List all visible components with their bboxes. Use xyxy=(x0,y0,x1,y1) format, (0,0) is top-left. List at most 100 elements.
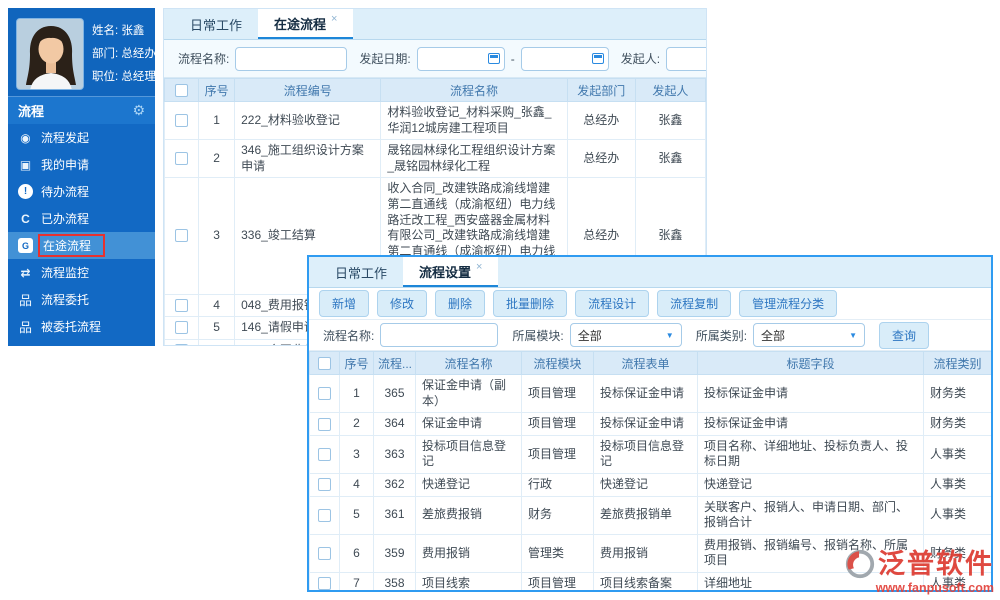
row-checkbox[interactable] xyxy=(175,344,189,345)
sidebar-item-completed-processes[interactable]: C 已办流程 xyxy=(8,205,155,232)
delete-button[interactable]: 删除 xyxy=(435,290,486,317)
cell: 项目名称、详细地址、投标负责人、投标日期 xyxy=(697,434,924,474)
modify-button[interactable]: 修改 xyxy=(377,290,428,317)
row-checkbox[interactable] xyxy=(175,229,189,243)
id-card-icon: ▣ xyxy=(19,157,32,172)
cell: 358 xyxy=(373,571,416,590)
row-select-cell xyxy=(309,571,340,590)
cell: 人事类 xyxy=(923,495,991,535)
cell: 人事类 xyxy=(923,472,991,497)
redo-icon: C xyxy=(21,211,30,226)
table-row[interactable]: 5 361 差旅费报销 财务 差旅费报销单 关联客户、报销人、申请日期、部门、报销合计 人事… xyxy=(309,495,991,535)
sidebar-item-process-initiate[interactable]: ◉ 流程发起 xyxy=(8,124,155,151)
cell: 2 xyxy=(198,139,236,179)
row-checkbox[interactable] xyxy=(318,417,331,431)
process-copy-button[interactable]: 流程复制 xyxy=(657,290,732,317)
cell: 2 xyxy=(339,412,374,436)
manage-category-button[interactable]: 管理流程分类 xyxy=(739,290,838,317)
cell: 3 xyxy=(198,177,236,295)
table-row[interactable]: 7 358 项目线索 项目管理 项目线索备案 详细地址 人事类 xyxy=(309,571,991,590)
gear-icon[interactable]: ⚙ xyxy=(132,102,145,119)
sidebar-item-process-monitor[interactable]: ⇄ 流程监控 xyxy=(8,259,155,286)
cell: 3 xyxy=(339,434,374,474)
row-checkbox[interactable] xyxy=(318,546,331,560)
module-select[interactable]: 全部 ▼ xyxy=(569,323,682,347)
process-design-button[interactable]: 流程设计 xyxy=(575,290,650,317)
calendar-icon[interactable] xyxy=(487,53,500,64)
category-select[interactable]: 全部 ▼ xyxy=(753,323,866,347)
user-position: 职位: 总经理 xyxy=(92,71,156,83)
cell: 财务 xyxy=(521,495,594,535)
row-select-cell xyxy=(164,338,200,345)
row-select-cell xyxy=(309,472,340,497)
sitemap-icon: 品 xyxy=(18,320,32,335)
row-checkbox[interactable] xyxy=(318,478,331,492)
sidebar-item-pending-processes[interactable]: ! 待办流程 xyxy=(8,178,155,205)
start-date-label: 发起日期: xyxy=(359,52,411,66)
cell: 365 xyxy=(373,373,416,414)
row-checkbox[interactable] xyxy=(318,447,331,461)
row-checkbox[interactable] xyxy=(175,298,189,312)
process-name-input[interactable] xyxy=(380,323,499,347)
date-range-separator: - xyxy=(510,51,515,66)
row-select-cell xyxy=(164,139,200,179)
row-checkbox[interactable] xyxy=(175,152,189,166)
row-select-cell xyxy=(164,177,200,295)
select-all-checkbox[interactable] xyxy=(175,84,189,98)
process-name-input[interactable] xyxy=(235,46,348,71)
row-checkbox[interactable] xyxy=(175,114,189,128)
alert-icon: ! xyxy=(18,184,33,199)
tab-label: 日常工作 xyxy=(190,17,243,33)
close-icon[interactable]: × xyxy=(331,13,337,25)
sync-icon: ⇄ xyxy=(20,265,31,280)
cell: 投标保证金申请 xyxy=(697,412,924,436)
cell: 投标项目信息登记 xyxy=(415,434,522,474)
batch-delete-button[interactable]: 批量删除 xyxy=(493,290,568,317)
cell: 费用报销 xyxy=(415,533,522,573)
initiator-label: 发起人: xyxy=(620,52,661,66)
table-row[interactable]: 3 363 投标项目信息登记 项目管理 投标项目信息登记 项目名称、详细地址、投标负责人、… xyxy=(309,434,991,474)
select-all-checkbox[interactable] xyxy=(318,357,331,371)
cell: 张鑫 xyxy=(634,139,706,179)
close-icon[interactable]: × xyxy=(476,261,482,273)
tab-daily-work[interactable]: 日常工作 xyxy=(319,257,403,287)
cell: 晟铭园林绿化工程组织设计方案_晟铭园林绿化工程 xyxy=(380,139,568,179)
tab-daily-work[interactable]: 日常工作 xyxy=(174,9,258,39)
cell: 4 xyxy=(198,293,236,318)
row-checkbox[interactable] xyxy=(318,577,331,590)
row-checkbox[interactable] xyxy=(175,321,189,335)
cell: 363 xyxy=(373,434,416,474)
table-row[interactable]: 6 359 费用报销 管理类 费用报销 费用报销、报销编号、报销名称、所属项目 财务类 xyxy=(309,533,991,573)
row-checkbox[interactable] xyxy=(318,508,331,522)
table-row[interactable]: 2 346_施工组织设计方案申请 晟铭园林绿化工程组织设计方案_晟铭园林绿化工程 总经… xyxy=(164,139,706,179)
row-select-cell xyxy=(164,293,200,318)
table-row[interactable]: 1 222_材料验收登记 材料验收登记_材料采购_张鑫_华润12城房建工程项目 总经办… xyxy=(164,100,706,141)
table-row[interactable]: 4 362 快递登记 行政 快递登记 快递登记 人事类 xyxy=(309,472,991,497)
start-date-to xyxy=(520,46,609,71)
sidebar-item-process-delegation[interactable]: 品流程委托 xyxy=(8,286,155,313)
chevron-down-icon: ▼ xyxy=(849,330,858,340)
table-row[interactable]: 2 364 保证金申请 项目管理 投标保证金申请 投标保证金申请 财务类 xyxy=(309,412,991,436)
column-header: 流程编号 xyxy=(234,78,382,102)
select-all-cell xyxy=(164,78,200,102)
sidebar-item-in-transit-processes[interactable]: G 在途流程 xyxy=(8,232,155,259)
user-name: 姓名: 张鑫 xyxy=(92,25,145,37)
sidebar: 姓名: 张鑫 部门: 总经办 职位: 总经理 流程 ⚙ ◉ 流程发起 ▣ 我的申请! 待… xyxy=(8,8,156,346)
row-select-cell xyxy=(164,100,200,141)
calendar-icon[interactable] xyxy=(591,53,604,64)
table-row[interactable]: 1 365 保证金申请（副本） 项目管理 投标保证金申请 投标保证金申请 财务类 xyxy=(309,373,991,414)
sidebar-item-delegated-processes[interactable]: 品被委托流程 xyxy=(8,313,155,340)
tab-in-transit[interactable]: 在途流程 × xyxy=(258,9,354,39)
cell: 359 xyxy=(373,533,416,573)
cell: 投标项目信息登记 xyxy=(593,434,698,474)
search-button[interactable]: 查询 xyxy=(879,321,930,349)
profile-meta: 姓名: 张鑫 部门: 总经办 职位: 总经理 xyxy=(92,18,156,88)
add-button[interactable]: 新增 xyxy=(319,290,370,317)
page: 姓名: 张鑫 部门: 总经办 职位: 总经理 流程 ⚙ ◉ 流程发起 ▣ 我的申请! 待… xyxy=(0,0,1000,600)
row-checkbox[interactable] xyxy=(318,387,331,401)
initiator-input[interactable] xyxy=(666,46,706,71)
tab-process-settings[interactable]: 流程设置 × xyxy=(403,257,499,287)
sidebar-item-my-applications[interactable]: ▣ 我的申请 xyxy=(8,151,155,178)
tab-label: 流程设置 xyxy=(419,264,472,280)
cell: 快递登记 xyxy=(593,472,698,497)
